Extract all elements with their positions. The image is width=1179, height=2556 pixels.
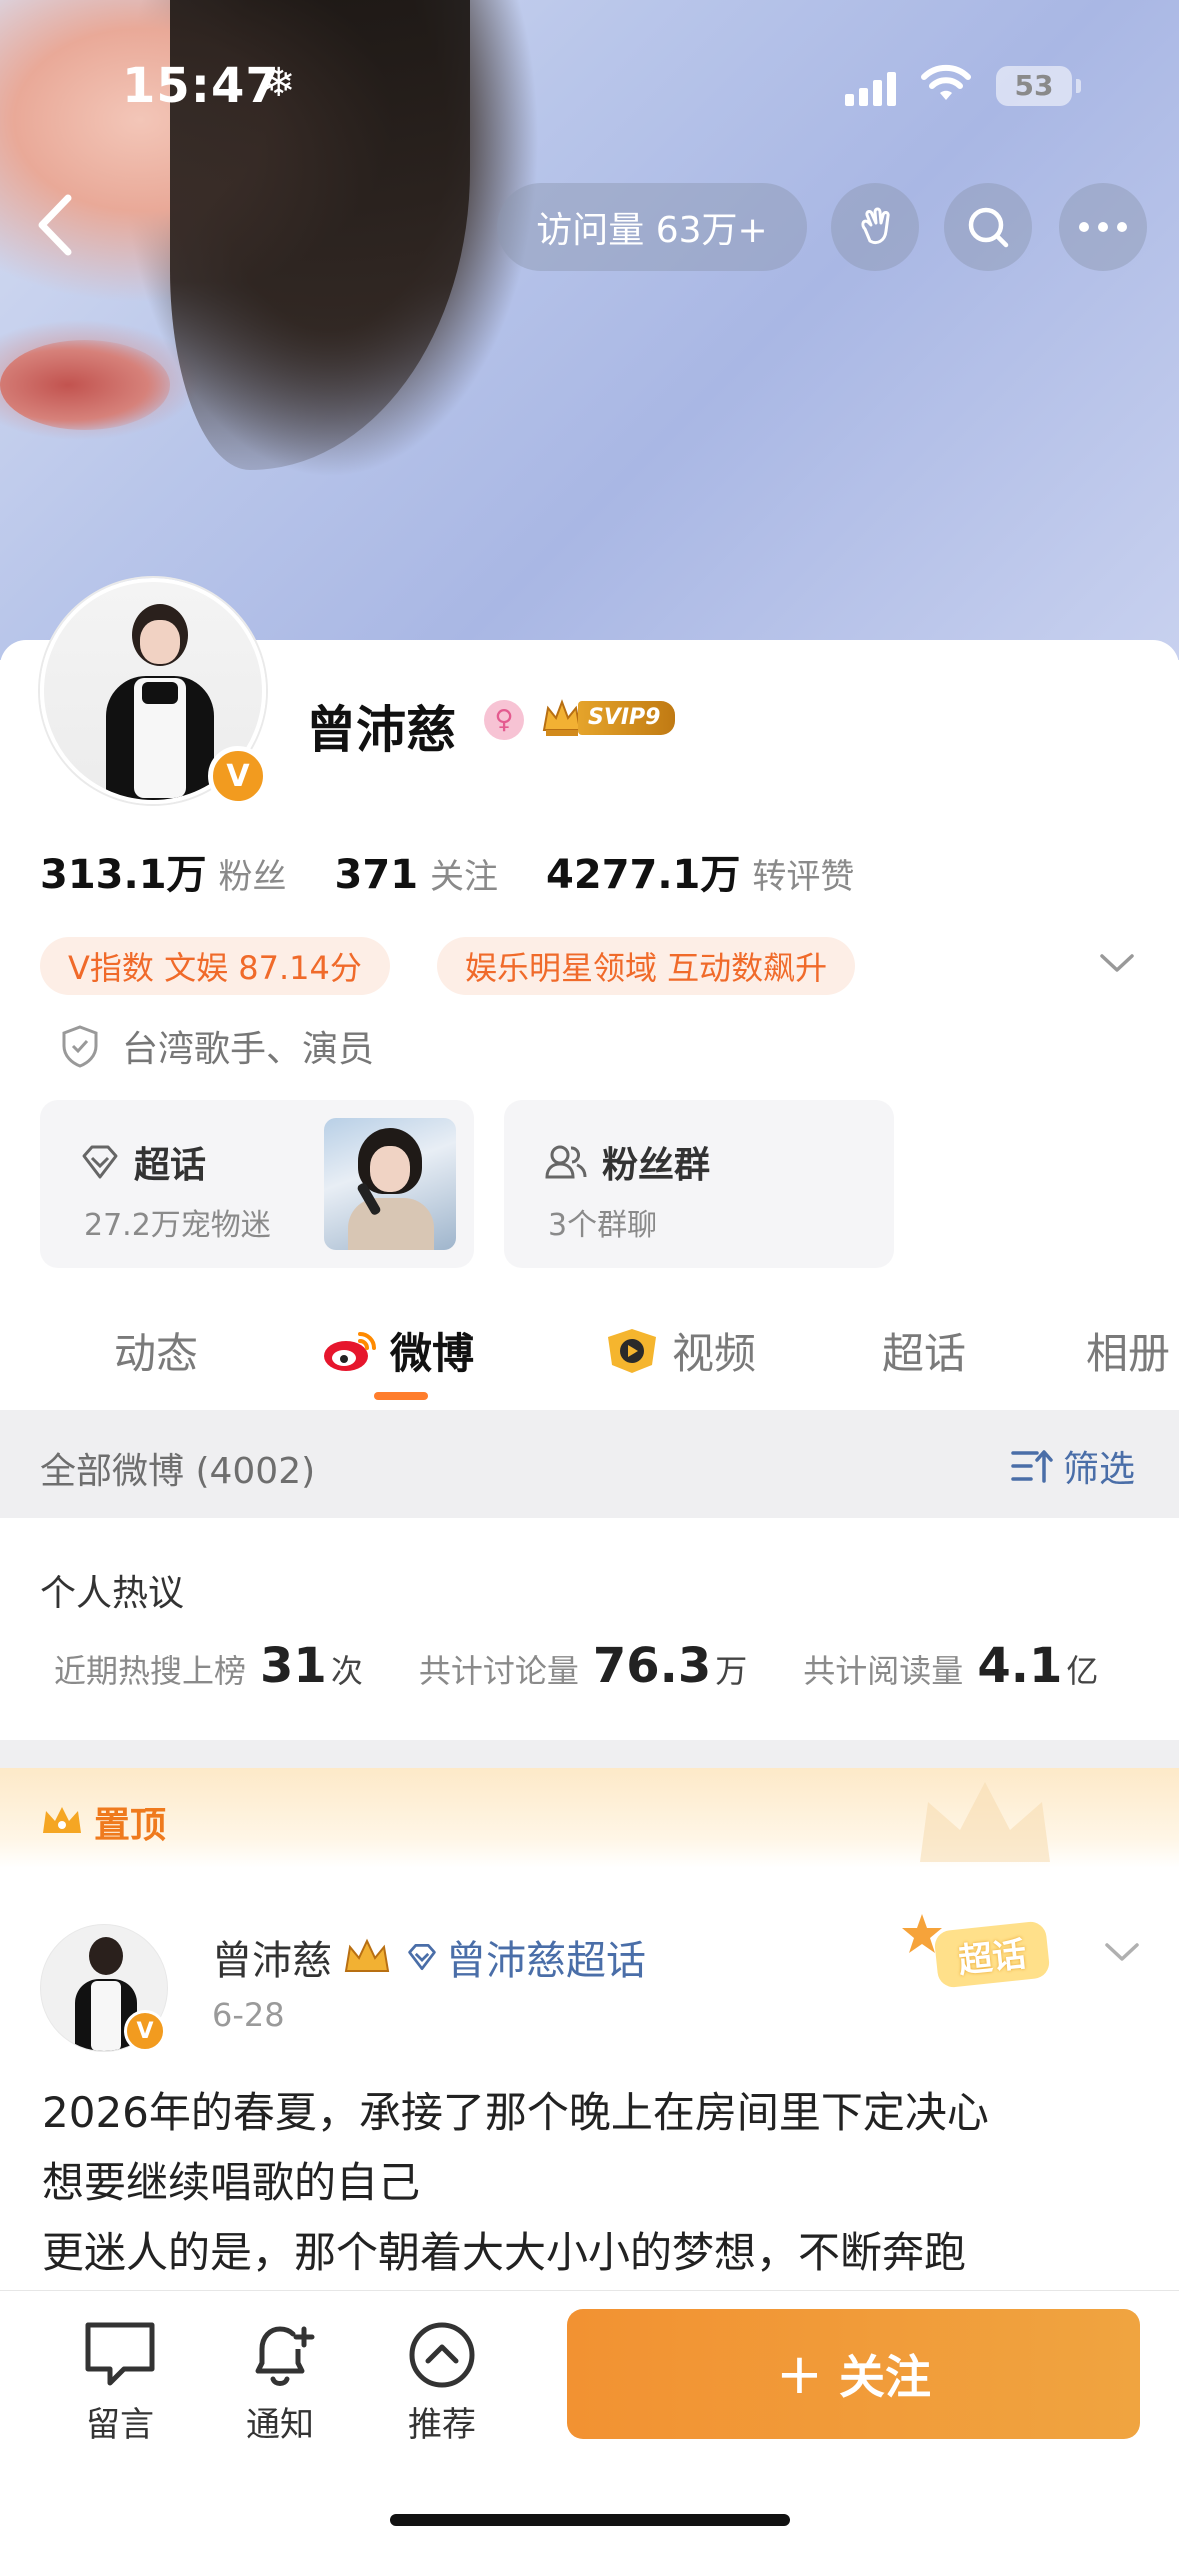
more-button[interactable] <box>1059 183 1147 271</box>
hot-stat-value: 31 <box>260 1638 327 1694</box>
post-author[interactable]: 曾沛慈 <box>212 1928 332 1986</box>
hot-stat-unit: 亿 <box>1066 1652 1099 1690</box>
post-verified-badge: V <box>124 2010 166 2052</box>
post-line: 2026年的春夏，承接了那个晚上在房间里下定决心 <box>42 2088 989 2137</box>
svip-badge[interactable]: SVIP9 <box>540 696 675 740</box>
chevron-up-circle-icon <box>409 2322 475 2388</box>
hot-stat-label: 共计讨论量 <box>418 1652 579 1690</box>
svip-label: SVIP9 <box>578 701 675 735</box>
search-button[interactable] <box>944 183 1032 271</box>
hot-title: 个人热议 <box>40 1573 185 1614</box>
cover-lips <box>0 340 170 430</box>
supertopic-title: 超话 <box>134 1145 207 1186</box>
supertopic-link[interactable]: 曾沛慈超话 <box>406 1928 646 1986</box>
filter-bar: 全部微博 (4002) 筛选 <box>0 1410 1179 1518</box>
hot-stat-unit: 万 <box>715 1652 748 1690</box>
bell-plus-icon <box>255 2326 315 2386</box>
group-icon <box>545 1145 587 1179</box>
follow-button[interactable]: + 关注 <box>567 2309 1140 2439</box>
wifi-icon <box>921 64 971 100</box>
hot-stats[interactable]: 近期热搜上榜 31 次 共计讨论量 76.3 万 共计阅读量 4.1 亿 <box>54 1638 1098 1694</box>
tab-weibo[interactable]: 微博 <box>322 1320 474 1381</box>
shield-icon <box>62 1025 98 1068</box>
status-bar: 15:47 ❄ 53 <box>0 50 1179 120</box>
status-time: 15:47 <box>122 58 280 114</box>
more-dots-icon <box>1079 222 1127 232</box>
followers-label: 粉丝 <box>218 857 287 897</box>
post-text: 2026年的春夏，承接了那个晚上在房间里下定决心 想要继续唱歌的自己 更迷人的是… <box>42 2078 1142 2288</box>
chevron-down-icon[interactable] <box>1096 948 1138 978</box>
follow-label: 关注 <box>838 2350 931 2404</box>
section-divider <box>0 1740 1179 1768</box>
hand-wave-icon <box>861 207 890 245</box>
visits-button[interactable]: 访问量 63万+ <box>497 183 807 271</box>
message-icon <box>85 2322 155 2386</box>
recommend-button[interactable]: 推荐 <box>382 2319 502 2446</box>
hot-stat-unit: 次 <box>330 1652 363 1690</box>
video-icon <box>608 1328 656 1373</box>
pinned-banner: 置顶 <box>0 1768 1179 1868</box>
pinned-post[interactable]: V 曾沛慈 曾沛慈超话 6-28 超话 2026年的春夏，承接了那个晚上在房间里… <box>0 1868 1179 2288</box>
post-line: 更迷人的是，那个朝着大大小小的梦想，不断奔跑 <box>42 2228 967 2277</box>
poke-button[interactable] <box>831 183 919 271</box>
all-weibo-count: 全部微博 (4002) <box>40 1451 316 1492</box>
supertopic-thumbnail <box>324 1118 456 1250</box>
profile-stats: 313.1万 粉丝 371 关注 4277.1万 转评赞 <box>40 842 902 900</box>
hot-stat-label: 近期热搜上榜 <box>54 1652 247 1690</box>
hot-stat-label: 共计阅读量 <box>803 1652 964 1690</box>
home-indicator[interactable] <box>390 2514 790 2526</box>
engagement-count[interactable]: 4277.1万 <box>546 842 740 900</box>
comment-button[interactable]: 留言 <box>60 2319 180 2446</box>
weibo-logo-icon <box>324 1331 376 1371</box>
following-count[interactable]: 371 <box>335 852 419 898</box>
engagement-label: 转评赞 <box>752 857 855 897</box>
tab-album[interactable]: 相册 <box>1086 1320 1170 1381</box>
hot-stat-value: 4.1 <box>977 1638 1063 1694</box>
post-line: 想要继续唱歌的自己 <box>42 2158 421 2207</box>
verified-badge: V <box>208 746 268 806</box>
content-tabs: 动态 微博 视频 超话 相册 <box>0 1300 1179 1410</box>
pinned-label: 置顶 <box>94 1805 167 1846</box>
supertopic-sub: 27.2万宠物迷 <box>84 1208 271 1243</box>
personal-hot-section: 个人热议 近期热搜上榜 31 次 共计讨论量 76.3 万 共计阅读量 4.1 … <box>0 1518 1179 1740</box>
tab-supertopic[interactable]: 超话 <box>882 1320 966 1381</box>
tab-video[interactable]: 视频 <box>604 1320 756 1381</box>
active-tab-indicator <box>374 1392 428 1400</box>
search-icon <box>968 207 1009 248</box>
notify-button[interactable]: 通知 <box>220 2319 340 2446</box>
bio-text: 台湾歌手、演员 <box>122 1029 375 1070</box>
profile-name: 曾沛慈 <box>306 701 456 759</box>
battery-indicator: 53 <box>996 66 1081 106</box>
followers-count[interactable]: 313.1万 <box>40 842 207 900</box>
fan-group-title: 粉丝群 <box>602 1145 711 1186</box>
plus-icon: + <box>776 2341 823 2407</box>
domain-chip[interactable]: 娱乐明星领域 互动数飙升 <box>437 937 856 995</box>
chevron-down-icon[interactable] <box>1102 1938 1142 1966</box>
snowflake-icon: ❄ <box>262 60 296 106</box>
vip-crown-icon <box>344 1938 390 1972</box>
tab-feed[interactable]: 动态 <box>114 1320 198 1381</box>
supertopic-card[interactable]: 超话 27.2万宠物迷 <box>40 1100 474 1268</box>
crown-icon <box>43 1807 81 1833</box>
diamond-icon <box>82 1145 118 1179</box>
crown-watermark-icon <box>920 1782 1050 1862</box>
fan-group-sub: 3个群聊 <box>548 1208 658 1243</box>
v-index-chip[interactable]: V指数 文娱 87.14分 <box>40 937 390 995</box>
bio: 台湾歌手、演员 <box>60 1020 374 1072</box>
post-date: 6-28 <box>212 1996 285 2034</box>
fan-group-card[interactable]: 粉丝群 3个群聊 <box>504 1100 894 1268</box>
following-label: 关注 <box>430 857 499 897</box>
hot-stat-value: 76.3 <box>592 1638 712 1694</box>
diamond-icon <box>408 1943 436 1971</box>
cellular-signal-icon <box>845 70 896 106</box>
back-icon[interactable] <box>28 190 88 260</box>
filter-icon <box>1011 1450 1053 1483</box>
female-icon: ♀ <box>484 700 524 740</box>
supertopic-stamp: 超话 <box>900 1912 1080 1992</box>
filter-button[interactable]: 筛选 <box>1011 1440 1135 1492</box>
